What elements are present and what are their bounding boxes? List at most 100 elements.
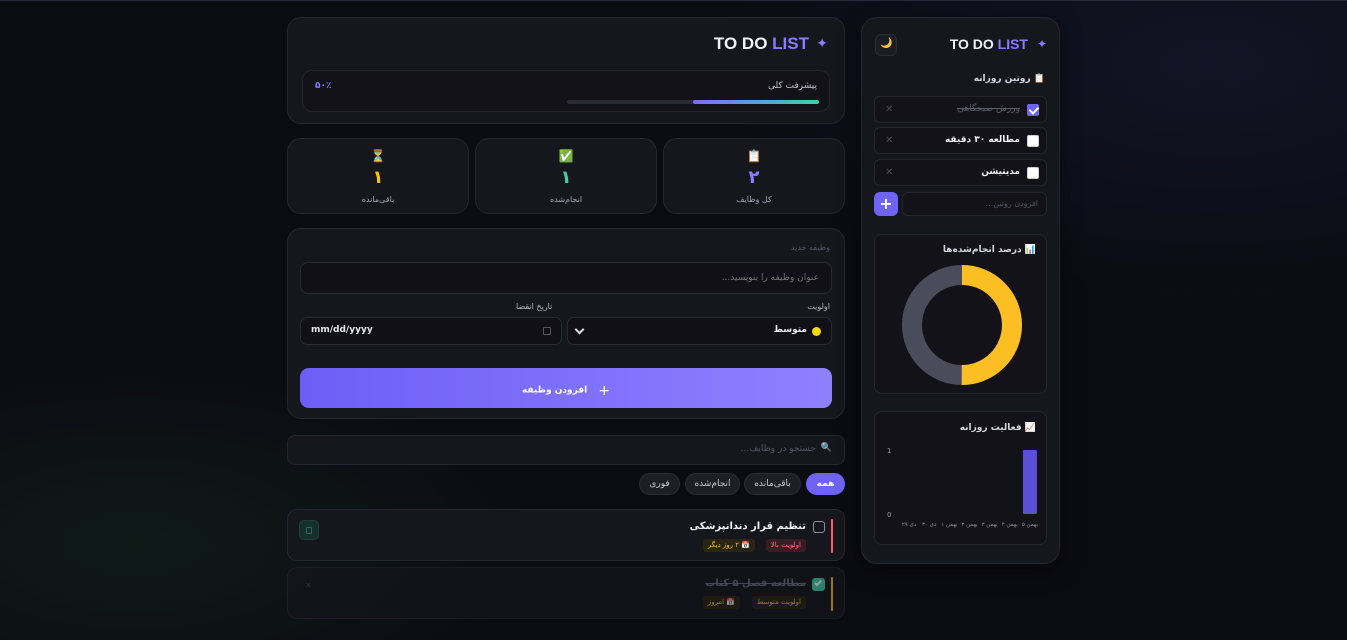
new-task-label: وظیفه جدید bbox=[790, 243, 830, 252]
progress-track bbox=[567, 100, 819, 104]
routine-checkbox[interactable] bbox=[1027, 135, 1039, 147]
task-checkbox-checked[interactable] bbox=[812, 578, 825, 591]
priority-label: اولویت bbox=[807, 302, 830, 311]
daily-activity-chart: 1 0 ۵ بهمن۴ بهمن۳ بهمن ۲ بهمن۱ بهمن ۳۰ دی ۲۹ … bbox=[887, 447, 1039, 528]
search-icon: 🔍 bbox=[820, 443, 832, 453]
x-tick-label: ۳ بهمن bbox=[982, 522, 999, 528]
completion-donut-chart bbox=[902, 265, 1022, 385]
progress-label: پیشرفت کلی bbox=[768, 81, 817, 91]
x-tick-label: ۴ بهمن bbox=[1002, 522, 1019, 528]
stat-remaining-value: ۱ bbox=[372, 167, 384, 188]
task-checkbox[interactable] bbox=[813, 521, 825, 533]
search-placeholder: جستجو در وظایف... bbox=[740, 444, 817, 454]
activity-title: 📈 فعالیت روزانه bbox=[959, 423, 1036, 433]
theme-toggle-button[interactable]: 🌙 bbox=[875, 34, 897, 56]
priority-value: متوسط bbox=[773, 325, 807, 335]
add-task-button[interactable]: + افزودن وظیفه bbox=[300, 368, 832, 408]
sidebar-title-accent: LIST bbox=[997, 36, 1028, 52]
routine-checkbox[interactable] bbox=[1027, 104, 1039, 116]
search-bar[interactable]: 🔍 جستجو در وظایف... bbox=[287, 435, 845, 465]
progress-value: ۵۰٪ bbox=[315, 81, 332, 91]
date-input[interactable]: mm/dd/yyyy bbox=[300, 317, 562, 345]
filter-all[interactable]: همه bbox=[806, 473, 845, 495]
routine-label: مدیتیشن bbox=[981, 167, 1020, 177]
due-tag: 📅 ۲ روز دیگر bbox=[702, 539, 755, 552]
check-icon: ✅ bbox=[558, 149, 574, 163]
sparkle-icon: ✦ bbox=[816, 36, 828, 52]
task-title: مطالعه فصل ۵ کتاب bbox=[705, 578, 806, 589]
add-routine-button[interactable]: + bbox=[874, 192, 898, 216]
stat-card-done: ✅ ۱ انجام‌شده bbox=[475, 138, 657, 214]
remove-routine-icon[interactable]: ✕ bbox=[885, 135, 893, 146]
deadline-label: تاریخ انقضا bbox=[516, 302, 553, 311]
header-card: TO DO LIST ✦ پیشرفت کلی ۵۰٪ bbox=[287, 17, 845, 124]
delete-task-button[interactable] bbox=[299, 520, 319, 540]
calendar-icon bbox=[543, 327, 551, 335]
plus-icon: + bbox=[879, 194, 893, 213]
app-title-main: TO DO bbox=[713, 34, 768, 53]
due-tag: 📅 امروز bbox=[702, 596, 740, 609]
task-item: تنظیم قرار دندانپزشکی اولویت بالا 📅 ۲ رو… bbox=[287, 509, 845, 561]
check-icon bbox=[814, 578, 822, 587]
moon-icon: 🌙 bbox=[880, 38, 893, 49]
task-item-done: مطالعه فصل ۵ کتاب اولویت متوسط 📅 امروز ✕ bbox=[287, 567, 845, 619]
task-title: تنظیم قرار دندانپزشکی bbox=[689, 521, 806, 532]
x-tick-label: ۲ بهمن bbox=[961, 522, 978, 528]
routine-item: مطالعه ۳۰ دقیقه ✕ bbox=[874, 127, 1047, 154]
routine-checkbox[interactable] bbox=[1027, 167, 1039, 179]
y-tick-label: 1 bbox=[887, 447, 891, 455]
activity-card: 📈 فعالیت روزانه 1 0 ۵ بهمن ۴ بهمن ۳ بهمن ۲ به… bbox=[874, 411, 1047, 545]
routine-item: مدیتیشن ✕ bbox=[874, 159, 1047, 186]
stat-done-value: ۱ bbox=[560, 167, 572, 188]
add-routine-placeholder: افزودن روتین... bbox=[985, 199, 1038, 208]
x-tick-label: ۲۹ دی bbox=[902, 522, 917, 528]
date-value: mm/dd/yyyy bbox=[311, 325, 373, 335]
priority-tag: اولویت بالا bbox=[765, 539, 806, 552]
x-tick-label: ۵ بهمن bbox=[1022, 522, 1039, 528]
top-border bbox=[0, 0, 1347, 1]
hourglass-icon: ⏳ bbox=[370, 149, 386, 163]
filter-urgent[interactable]: فوری bbox=[639, 473, 680, 495]
stat-card-total: 📋 ۲ کل وظایف bbox=[663, 138, 845, 214]
chevron-down-icon bbox=[574, 324, 585, 335]
filter-done[interactable]: انجام‌شده bbox=[685, 473, 740, 495]
sparkle-icon: ✦ bbox=[1036, 37, 1047, 51]
routine-item: ورزش صبحگاهی ✕ bbox=[874, 96, 1047, 123]
remove-routine-icon[interactable]: ✕ bbox=[885, 104, 893, 115]
routines-title: 📋 روتین روزانه bbox=[973, 74, 1045, 84]
stat-total-value: ۲ bbox=[748, 167, 760, 188]
priority-bar bbox=[831, 577, 833, 611]
stat-done-label: انجام‌شده bbox=[549, 195, 583, 204]
stat-remaining-label: باقی‌مانده bbox=[361, 195, 395, 204]
routine-label: مطالعه ۳۰ دقیقه bbox=[944, 135, 1020, 145]
task-title-input[interactable] bbox=[300, 262, 832, 294]
add-task-label: افزودن وظیفه bbox=[521, 385, 588, 396]
donut-title: 📊 درصد انجام‌شده‌ها bbox=[942, 245, 1036, 255]
stat-card-remaining: ⏳ ۱ باقی‌مانده bbox=[287, 138, 469, 214]
sidebar-title: TO DO LIST bbox=[950, 36, 1028, 52]
app-title-accent: LIST bbox=[772, 34, 809, 53]
progress-box: پیشرفت کلی ۵۰٪ bbox=[302, 70, 830, 112]
x-tick-label: ۱ بهمن bbox=[941, 522, 958, 528]
y-tick-label: 0 bbox=[887, 511, 891, 519]
x-tick-label: ۳۰ دی bbox=[922, 522, 937, 528]
priority-select[interactable]: متوسط bbox=[567, 317, 832, 345]
trash-icon bbox=[306, 527, 312, 534]
remove-routine-icon[interactable]: ✕ bbox=[885, 167, 893, 178]
filter-remaining[interactable]: باقی‌مانده bbox=[744, 473, 801, 495]
priority-bar bbox=[831, 519, 833, 553]
clipboard-icon: 📋 bbox=[746, 149, 762, 163]
plus-icon: + bbox=[598, 382, 611, 399]
delete-icon: ✕ bbox=[305, 581, 312, 590]
add-routine-input[interactable]: افزودن روتین... bbox=[902, 192, 1047, 216]
activity-bar bbox=[1022, 450, 1037, 514]
app-title: TO DO LIST bbox=[714, 34, 809, 54]
new-task-card: وظیفه جدید اولویت تاریخ انقضا متوسط mm/d… bbox=[287, 228, 845, 419]
donut-card: 📊 درصد انجام‌شده‌ها bbox=[874, 234, 1047, 394]
priority-tag: اولویت متوسط bbox=[751, 596, 806, 609]
routine-label: ورزش صبحگاهی bbox=[956, 104, 1020, 114]
sidebar: TO DO LIST ✦ 🌙 📋 روتین روزانه ورزش صبحگا… bbox=[861, 17, 1060, 564]
progress-fill bbox=[693, 100, 819, 104]
sidebar-title-main: TO DO bbox=[949, 36, 994, 52]
priority-dot-icon bbox=[812, 327, 821, 336]
